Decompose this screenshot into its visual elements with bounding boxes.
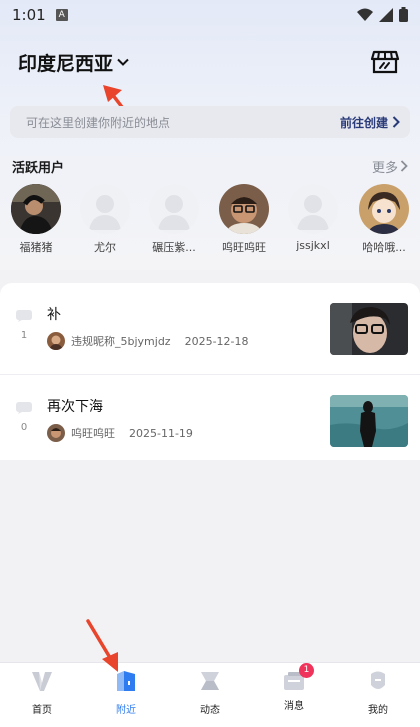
active-user[interactable]: 尤尔 (70, 184, 140, 255)
post-thumbnail[interactable] (330, 303, 408, 355)
comment-count-block: 0 (14, 399, 34, 433)
tab-label: 首页 (32, 705, 52, 716)
sim-icon: A (55, 9, 68, 21)
active-users-title: 活跃用户 (12, 160, 65, 176)
tab-label: 消息 (284, 701, 304, 712)
user-name: 哈哈哦... (362, 241, 406, 254)
avatar (11, 184, 61, 234)
avatar[interactable] (47, 424, 65, 442)
v-logo-icon (32, 672, 52, 691)
active-user[interactable]: 碾压紫... (139, 184, 209, 255)
post-title: 补 (47, 307, 61, 323)
user-name: 碾压紫... (152, 241, 196, 254)
unread-badge: 1 (299, 663, 314, 678)
message-icon-wrapper: 1 (282, 663, 314, 693)
create-location-bar[interactable]: 可在这里创建你附近的地点 前往创建 (10, 106, 410, 138)
avatar (219, 184, 269, 234)
comment-bubble-icon (16, 402, 32, 414)
user-name: 呜旺呜旺 (222, 241, 266, 254)
status-bar: 1:01 A (0, 0, 420, 30)
comment-count-block: 1 (14, 307, 34, 341)
post-author[interactable]: 呜旺呜旺 (71, 425, 115, 441)
post-title: 再次下海 (47, 399, 103, 415)
post-date: 2025-12-18 (184, 334, 249, 348)
tab-label: 我的 (368, 705, 388, 716)
feed-icon (201, 672, 219, 690)
active-user[interactable]: 福猪猪 (1, 184, 71, 255)
wifi-icon (357, 8, 373, 21)
status-time: 1:01 (12, 6, 46, 24)
post-feed: 1 补 违规昵称_5bjymjdz 2025-12-18 0 再次下海 呜旺呜旺… (0, 283, 420, 460)
post-thumbnail[interactable] (330, 395, 408, 447)
avatar[interactable] (47, 332, 65, 350)
more-users-link[interactable]: 更多 (372, 157, 408, 176)
tab-feed[interactable]: 动态 (180, 669, 240, 716)
user-name: 福猪猪 (19, 241, 53, 254)
header: 印度尼西亚 (0, 40, 420, 84)
nearby-icon (117, 671, 135, 691)
tab-label: 附近 (116, 705, 136, 716)
active-user[interactable]: 哈哈哦... (349, 184, 419, 255)
active-users-list: 福猪猪 尤尔 碾压紫... 呜旺呜旺 jssjkxl 哈哈哦... (0, 184, 420, 258)
active-users-header: 活跃用户 更多 (12, 156, 408, 176)
tab-nearby[interactable]: 附近 (96, 669, 156, 716)
chevron-right-icon (400, 160, 408, 172)
tab-home[interactable]: 首页 (12, 669, 72, 716)
region-name: 印度尼西亚 (18, 52, 114, 75)
active-user[interactable]: jssjkxl (278, 184, 348, 252)
comment-count: 0 (20, 422, 28, 433)
bottom-tab-bar: 首页 附近 动态 1 消息 我的 (0, 662, 420, 727)
user-name: jssjkxl (296, 239, 330, 252)
region-selector[interactable]: 印度尼西亚 (18, 49, 129, 76)
post-item[interactable]: 0 再次下海 呜旺呜旺 2025-11-19 (0, 374, 420, 462)
create-hint-text: 可在这里创建你附近的地点 (26, 115, 171, 130)
store-icon[interactable] (370, 46, 400, 76)
more-label: 更多 (371, 160, 398, 176)
avatar (80, 184, 130, 234)
signal-icon (379, 7, 393, 22)
avatar (149, 184, 199, 234)
post-date: 2025-11-19 (129, 426, 193, 440)
active-user[interactable]: 呜旺呜旺 (209, 184, 279, 255)
avatar (359, 184, 409, 234)
avatar (288, 184, 338, 234)
post-item[interactable]: 1 补 违规昵称_5bjymjdz 2025-12-18 (0, 283, 420, 371)
create-link[interactable]: 前往创建 (340, 114, 400, 131)
post-meta: 违规昵称_5bjymjdz 2025-12-18 (47, 332, 249, 350)
user-name: 尤尔 (94, 241, 116, 254)
post-meta: 呜旺呜旺 2025-11-19 (47, 424, 193, 442)
tab-label: 动态 (200, 705, 220, 716)
create-link-label: 前往创建 (339, 115, 388, 130)
post-author[interactable]: 违规昵称_5bjymjdz (71, 333, 171, 349)
chevron-down-icon (117, 58, 129, 66)
profile-icon (371, 671, 385, 689)
tab-messages[interactable]: 1 消息 (264, 663, 324, 712)
tab-profile[interactable]: 我的 (348, 669, 408, 716)
chevron-right-icon (392, 116, 400, 128)
comment-bubble-icon (16, 310, 32, 322)
battery-icon (399, 7, 408, 22)
comment-count: 1 (20, 330, 28, 341)
